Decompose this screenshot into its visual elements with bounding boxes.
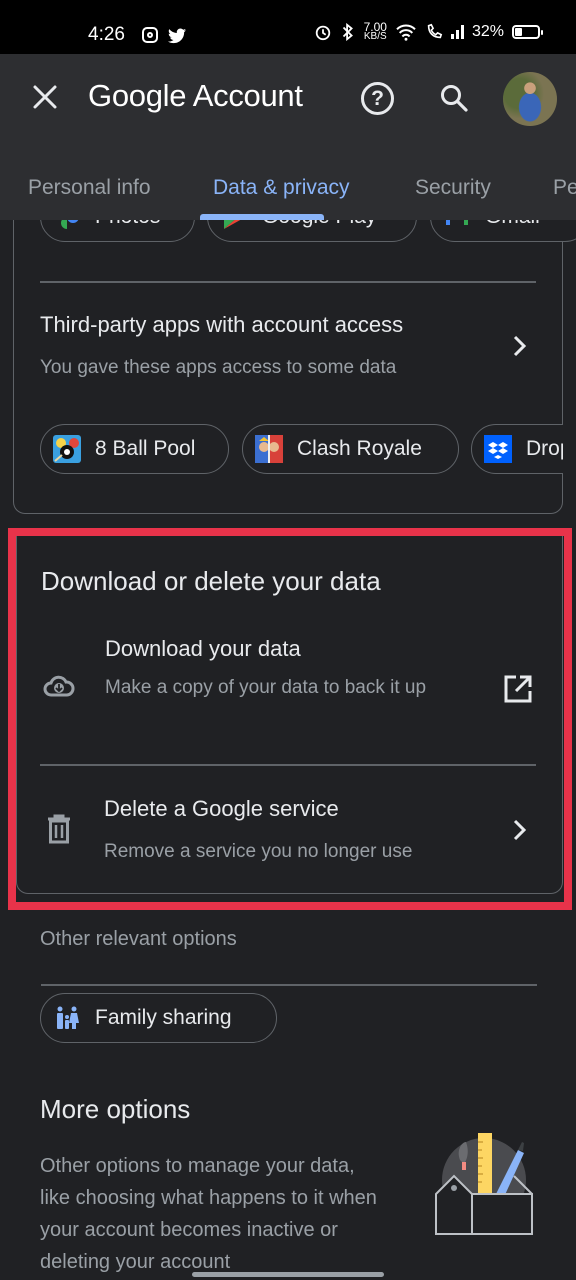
card-clip-mask [563, 410, 576, 490]
tab-data-privacy[interactable]: Data & privacy [213, 176, 350, 200]
clash-royale-icon [255, 435, 283, 463]
status-bar: 4:26 7.00 KB/S 32% [0, 0, 576, 54]
third-party-apps-row[interactable]: Third-party apps with account access You… [13, 290, 563, 400]
google-photos-icon [61, 220, 79, 229]
download-data-subtitle: Make a copy of your data to back it up [105, 677, 427, 698]
chip-label: Clash Royale [297, 437, 422, 460]
open-in-new-icon [504, 675, 532, 703]
active-tab-indicator [200, 214, 324, 220]
family-icon [57, 1006, 79, 1029]
delete-service-subtitle: Remove a service you no longer use [104, 841, 413, 862]
google-play-icon [224, 220, 241, 229]
service-chip-photos[interactable]: Photos [40, 220, 195, 242]
help-icon[interactable]: ? [361, 82, 394, 115]
chip-label: 8 Ball Pool [95, 437, 196, 460]
bluetooth-icon [342, 23, 353, 41]
divider [40, 281, 536, 283]
third-party-subtitle: You gave these apps access to some data [40, 357, 397, 378]
app-chip-dropbox[interactable]: Dropbox [471, 424, 576, 474]
avatar[interactable] [503, 72, 557, 126]
twitter-icon [168, 28, 186, 44]
gmail-icon [446, 220, 468, 225]
divider [41, 984, 537, 986]
tab-security[interactable]: Security [415, 176, 491, 200]
service-chip-gmail[interactable]: Gmail [430, 220, 576, 242]
other-options-label: Other relevant options [40, 928, 237, 950]
app-title: Google Account [88, 78, 303, 113]
download-data-row[interactable]: Download your data Make a copy of your d… [17, 620, 564, 765]
chip-label: Photos [95, 220, 160, 229]
third-party-title: Third-party apps with account access [40, 312, 404, 337]
tab-people-sharing[interactable]: People & sharing [553, 176, 576, 200]
more-options-heading: More options [40, 1094, 191, 1124]
wifi-icon [396, 24, 416, 41]
service-chip-google-play[interactable]: Google Play [207, 220, 417, 242]
divider [40, 764, 536, 766]
8-ball-pool-icon [53, 435, 81, 463]
section-heading: Download or delete your data [41, 566, 381, 596]
trash-icon [48, 814, 70, 844]
tab-personal-info[interactable]: Personal info [28, 176, 151, 200]
tab-bar: Personal info Data & privacy Security Pe… [0, 170, 576, 220]
chevron-right-icon [513, 819, 527, 841]
gesture-home-bar[interactable] [192, 1272, 384, 1277]
delete-service-row[interactable]: Delete a Google service Remove a service… [16, 768, 563, 888]
app-chip-8-ball-pool[interactable]: 8 Ball Pool [40, 424, 229, 474]
wifi-calling-icon [427, 23, 443, 39]
battery-icon [512, 25, 543, 39]
delete-service-title: Delete a Google service [104, 796, 339, 821]
search-icon[interactable] [438, 82, 470, 114]
network-speed: 7.00 KB/S [363, 20, 387, 42]
instagram-icon [142, 27, 158, 43]
chip-label: Google Play [262, 220, 376, 229]
chip-label: Family sharing [95, 1006, 232, 1029]
signal-icon [450, 25, 464, 39]
cloud-download-icon [43, 675, 75, 697]
toolbox-illustration [435, 1133, 533, 1235]
scroll-content[interactable]: Photos Google Play Gmail Third-party app… [0, 220, 576, 1280]
dropbox-icon [484, 435, 512, 463]
battery-percent: 32% [471, 23, 504, 40]
app-chip-clash-royale[interactable]: Clash Royale [242, 424, 459, 474]
clock: 4:26 [88, 24, 125, 45]
family-sharing-chip[interactable]: Family sharing [40, 993, 277, 1043]
close-icon[interactable] [30, 82, 60, 112]
alarm-icon [315, 25, 330, 41]
download-data-title: Download your data [105, 636, 301, 661]
chevron-right-icon [513, 335, 527, 357]
chip-label: Gmail [485, 220, 540, 229]
more-options-body: Other options to manage your data, like … [40, 1155, 377, 1273]
